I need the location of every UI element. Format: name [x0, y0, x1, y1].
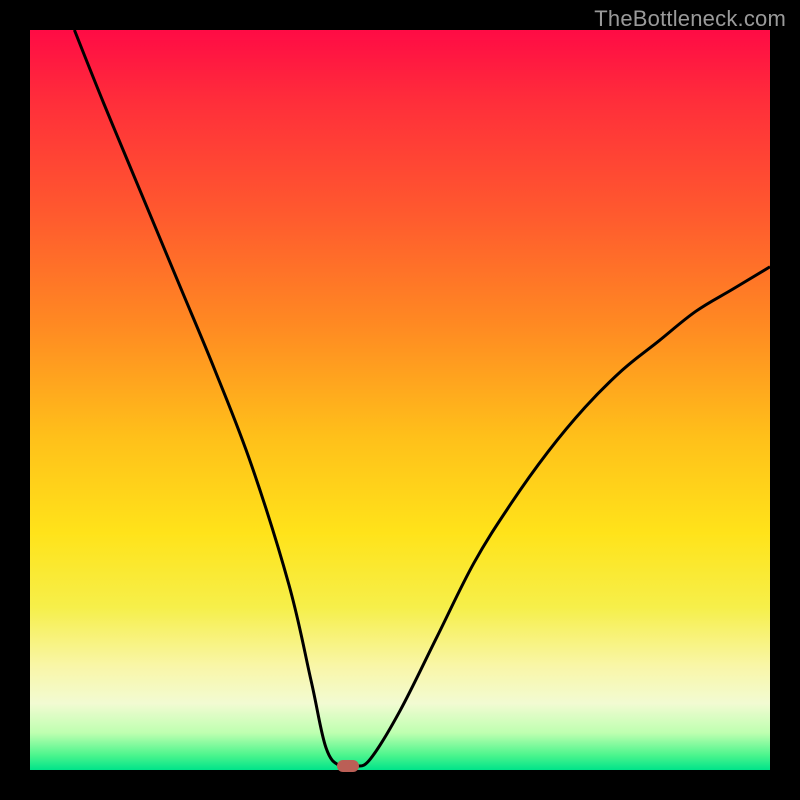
bottleneck-curve [30, 30, 770, 770]
curve-path [74, 30, 770, 768]
plot-area [30, 30, 770, 770]
optimum-marker [337, 760, 359, 772]
watermark-text: TheBottleneck.com [594, 6, 786, 32]
chart-frame: TheBottleneck.com [0, 0, 800, 800]
